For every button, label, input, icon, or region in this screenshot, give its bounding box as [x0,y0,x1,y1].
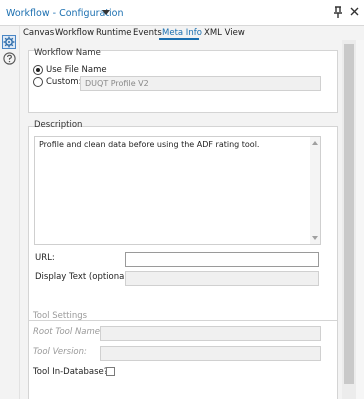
display-text-input[interactable] [125,271,319,286]
description-textarea[interactable]: Profile and clean data before using the … [34,136,321,245]
outer-scroll-strip [356,40,364,399]
custom-name-input[interactable]: DUQT Profile V2 [80,76,321,91]
tab-xml-view[interactable]: XML View [204,28,245,38]
meta-info-panel: Workflow Name Use File Name Custom: DUQT… [20,40,342,399]
url-input[interactable] [125,252,319,267]
tool-in-database-label: Tool In-Database? [33,367,109,377]
root-tool-name-input [100,326,321,341]
use-file-name-radio[interactable] [33,65,43,75]
side-icon-bar [0,26,20,399]
panel-scrollbar[interactable] [342,40,356,399]
description-scrollbar[interactable] [310,137,320,244]
gear-icon [3,36,15,48]
tool-in-database-checkbox[interactable] [106,367,115,376]
tool-settings-section-label: Tool Settings [33,311,88,321]
close-icon[interactable] [350,7,359,16]
display-text-label: Display Text (optional): [35,272,133,282]
custom-name-radio[interactable] [33,77,43,87]
tab-events[interactable]: Events [133,28,162,38]
tab-runtime[interactable]: Runtime [96,28,132,38]
scroll-up-arrow-icon[interactable] [312,141,318,145]
scrollbar-thumb[interactable] [344,44,354,384]
custom-name-label: Custom: [46,77,82,87]
tab-meta-info[interactable]: Meta Info [162,28,202,38]
url-label: URL: [35,253,55,263]
use-file-name-label: Use File Name [46,65,107,75]
tab-canvas[interactable]: Canvas [23,28,54,38]
tool-version-label: Tool Version: [33,347,87,357]
scroll-down-arrow-icon[interactable] [312,236,318,240]
chevron-down-icon[interactable] [102,10,110,16]
tool-version-input [100,346,321,361]
help-button[interactable] [3,52,16,65]
help-icon [3,52,16,65]
config-button[interactable] [2,35,16,49]
title-bar: Workflow - Configuration [0,0,364,26]
pin-icon[interactable] [333,6,343,19]
tab-workflow[interactable]: Workflow [55,28,94,38]
description-text: Profile and clean data before using the … [39,140,260,149]
root-tool-name-label: Root Tool Name: [33,327,103,337]
workflow-name-section-label: Workflow Name [34,48,101,58]
description-section-label: Description [34,120,83,130]
